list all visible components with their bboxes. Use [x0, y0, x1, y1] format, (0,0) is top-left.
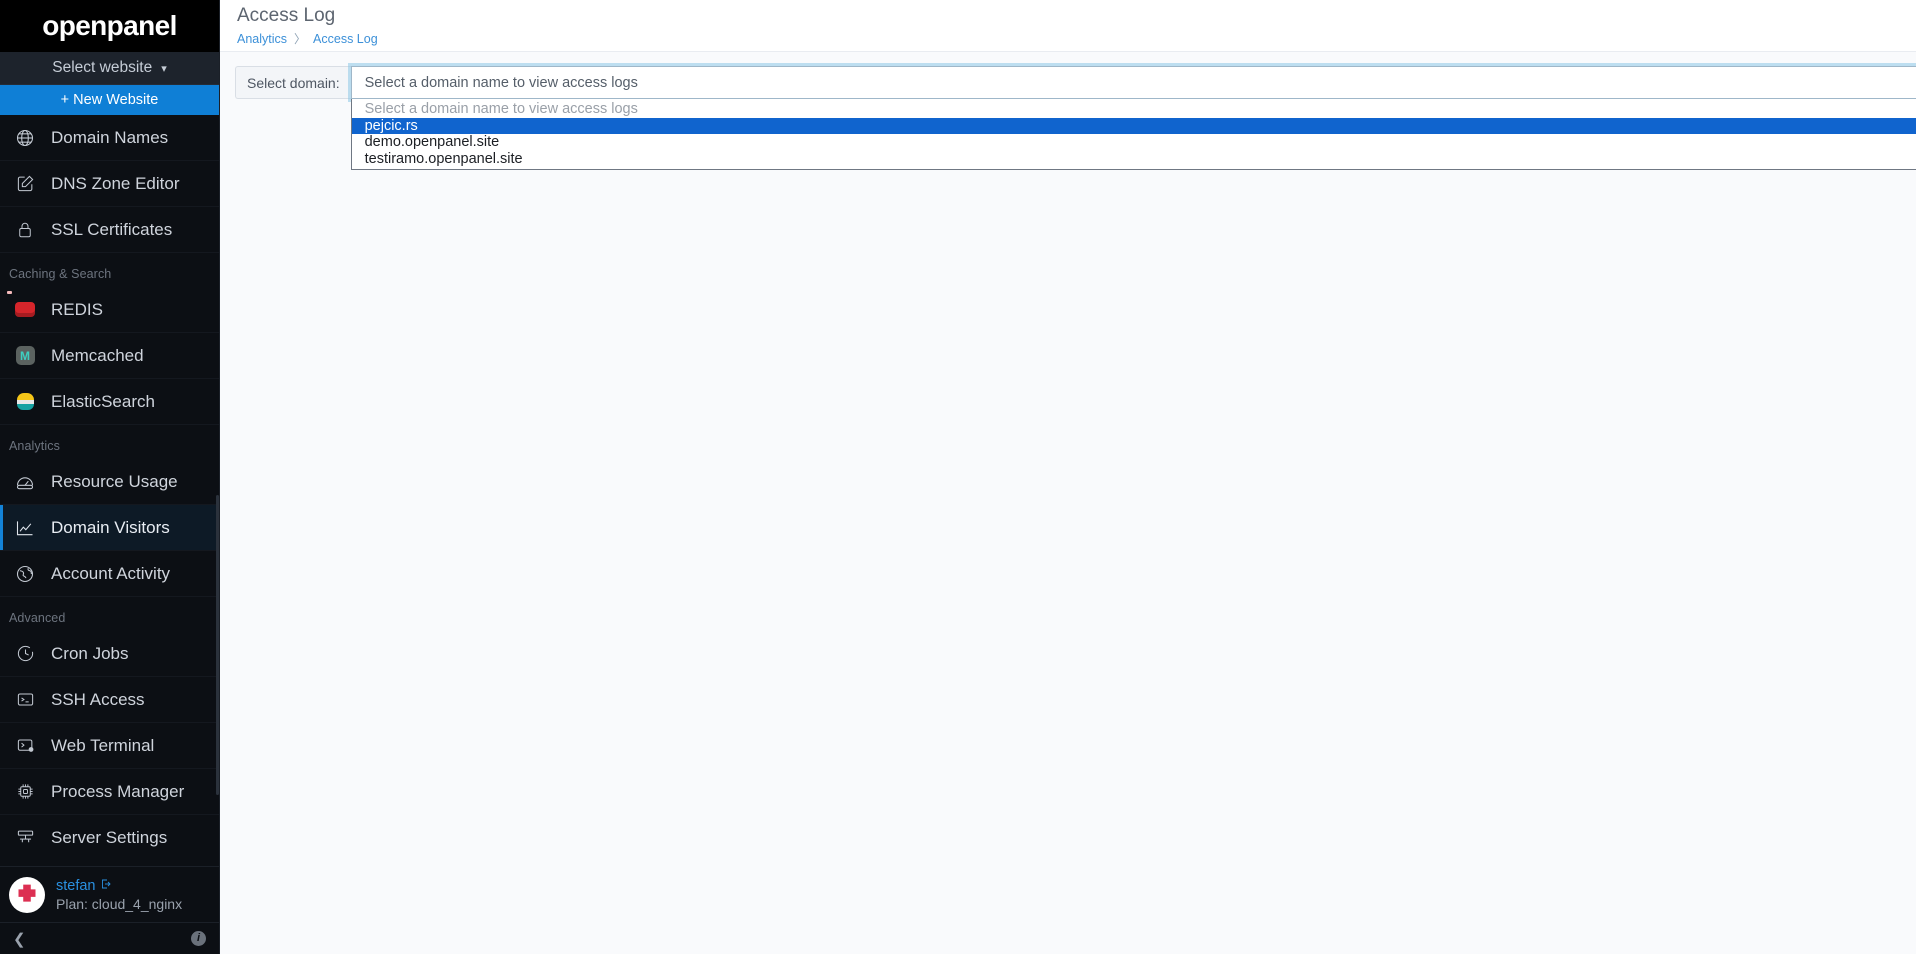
sidebar-item-elasticsearch[interactable]: ElasticSearch: [0, 379, 219, 424]
sidebar-item-memcached[interactable]: M Memcached: [0, 333, 219, 378]
sidebar-item-account-activity[interactable]: Account Activity: [0, 551, 219, 596]
server-icon: [14, 827, 36, 849]
brand-logo-text: openpanel: [42, 10, 177, 41]
main-area: Access Log Analytics 〉 Access Log Select…: [220, 0, 1916, 954]
sidebar-item-label: ElasticSearch: [51, 391, 155, 411]
chevron-left-icon[interactable]: ❮: [13, 930, 26, 948]
user-panel[interactable]: stefan Plan: cloud_4_nginx: [0, 866, 219, 922]
sidebar-item-domain-names[interactable]: Domain Names: [0, 115, 219, 160]
breadcrumb-separator: 〉: [294, 32, 307, 46]
sidebar-nav: Domain Names DNS Zone Editor SSL Certifi…: [0, 115, 219, 866]
memcached-icon: M: [14, 345, 36, 367]
sidebar-item-label: SSL Certificates: [51, 219, 173, 239]
option-demo-openpanel-site[interactable]: demo.openpanel.site: [352, 134, 1916, 151]
sidebar-item-redis[interactable]: REDIS: [0, 287, 219, 332]
sidebar-item-label: DNS Zone Editor: [51, 173, 180, 193]
terminal-icon: [14, 689, 36, 711]
sidebar-item-process-manager[interactable]: Process Manager: [0, 769, 219, 814]
domain-select-shell: Select a domain name to view access logs…: [350, 66, 1916, 170]
page-title: Access Log: [237, 5, 336, 26]
clock-icon: [14, 643, 36, 665]
user-plan: Plan: cloud_4_nginx: [56, 895, 183, 912]
domain-select-options[interactable]: Select a domain name to view access logs…: [350, 99, 1916, 170]
domain-select[interactable]: Select a domain name to view access logs: [350, 66, 1916, 99]
avatar: [9, 876, 45, 913]
web-terminal-icon: [14, 735, 36, 757]
user-name-text: stefan: [56, 877, 96, 894]
redis-icon: [14, 299, 36, 321]
sidebar-item-ssh-access[interactable]: SSH Access: [0, 677, 219, 722]
website-selector-label: Select website: [52, 59, 153, 76]
top-bar: Access Log Analytics 〉 Access Log: [220, 0, 1916, 52]
domain-select-value: Select a domain name to view access logs: [364, 74, 638, 91]
sidebar-item-ssl-certificates[interactable]: SSL Certificates: [0, 207, 219, 252]
sidebar-item-label: SSH Access: [51, 689, 145, 709]
sidebar-item-label: Memcached: [51, 345, 144, 365]
sidebar-item-cron-jobs[interactable]: Cron Jobs: [0, 631, 219, 676]
edit-square-icon: [14, 173, 36, 195]
user-meta: stefan Plan: cloud_4_nginx: [56, 878, 182, 912]
select-domain-label: Select domain:: [235, 66, 351, 99]
content-area: Select domain: Select a domain name to v…: [220, 52, 1916, 170]
sidebar-item-label: REDIS: [51, 299, 103, 319]
sidebar-item-resource-usage[interactable]: Resource Usage: [0, 459, 219, 504]
user-name[interactable]: stefan: [56, 878, 182, 894]
sidebar-group-caching-search: Caching & Search: [9, 267, 112, 281]
option-placeholder[interactable]: Select a domain name to view access logs: [352, 101, 1916, 118]
brand-logo[interactable]: openpanel: [0, 0, 219, 52]
sidebar-item-label: Process Manager: [51, 781, 185, 801]
sidebar-item-dns-zone-editor[interactable]: DNS Zone Editor: [0, 161, 219, 206]
app-root: openpanel Select website ▾ + New Website…: [0, 0, 1916, 954]
domain-select-group: Select domain: Select a domain name to v…: [235, 66, 1916, 170]
website-selector[interactable]: Select website ▾: [0, 52, 219, 85]
add-new-website-button[interactable]: + New Website: [0, 85, 219, 115]
sidebar-group-advanced: Advanced: [9, 611, 66, 625]
sidebar-item-label: Server Settings: [51, 827, 168, 847]
globe-activity-icon: [14, 563, 36, 585]
sidebar-item-label: Resource Usage: [51, 471, 178, 491]
lock-icon: [14, 219, 36, 241]
sidebar: openpanel Select website ▾ + New Website…: [0, 0, 220, 954]
elasticsearch-icon: [14, 391, 36, 413]
gauge-icon: [14, 471, 36, 493]
sidebar-item-label: Domain Names: [51, 127, 169, 147]
breadcrumb: Analytics 〉 Access Log: [237, 30, 378, 47]
breadcrumb-item-analytics[interactable]: Analytics: [237, 32, 287, 46]
option-testiramo-openpanel-site[interactable]: testiramo.openpanel.site: [352, 151, 1916, 168]
option-pejcic-rs[interactable]: pejcic.rs: [351, 117, 1916, 134]
title-wrap: Access Log Analytics 〉 Access Log: [237, 6, 378, 47]
sidebar-group-analytics: Analytics: [9, 439, 60, 453]
info-icon[interactable]: i: [191, 931, 206, 946]
cpu-icon: [14, 781, 36, 803]
sidebar-item-label: Account Activity: [51, 563, 171, 583]
sidebar-scrollbar[interactable]: [216, 495, 219, 795]
sidebar-item-label: Web Terminal: [51, 735, 155, 755]
sidebar-item-server-settings[interactable]: Server Settings: [0, 815, 219, 860]
sidebar-footer: ❮ i: [0, 922, 219, 954]
sidebar-item-domain-visitors[interactable]: Domain Visitors: [0, 505, 219, 550]
chevron-down-icon: ▾: [161, 62, 167, 75]
sidebar-item-label: Cron Jobs: [51, 643, 129, 663]
sidebar-item-web-terminal[interactable]: Web Terminal: [0, 723, 219, 768]
globe-icon: [14, 127, 36, 149]
line-chart-icon: [14, 517, 36, 539]
add-new-website-label: + New Website: [60, 92, 159, 108]
logout-icon[interactable]: [100, 878, 112, 894]
sidebar-item-label: Domain Visitors: [51, 517, 170, 537]
breadcrumb-item-access-log[interactable]: Access Log: [313, 32, 378, 46]
